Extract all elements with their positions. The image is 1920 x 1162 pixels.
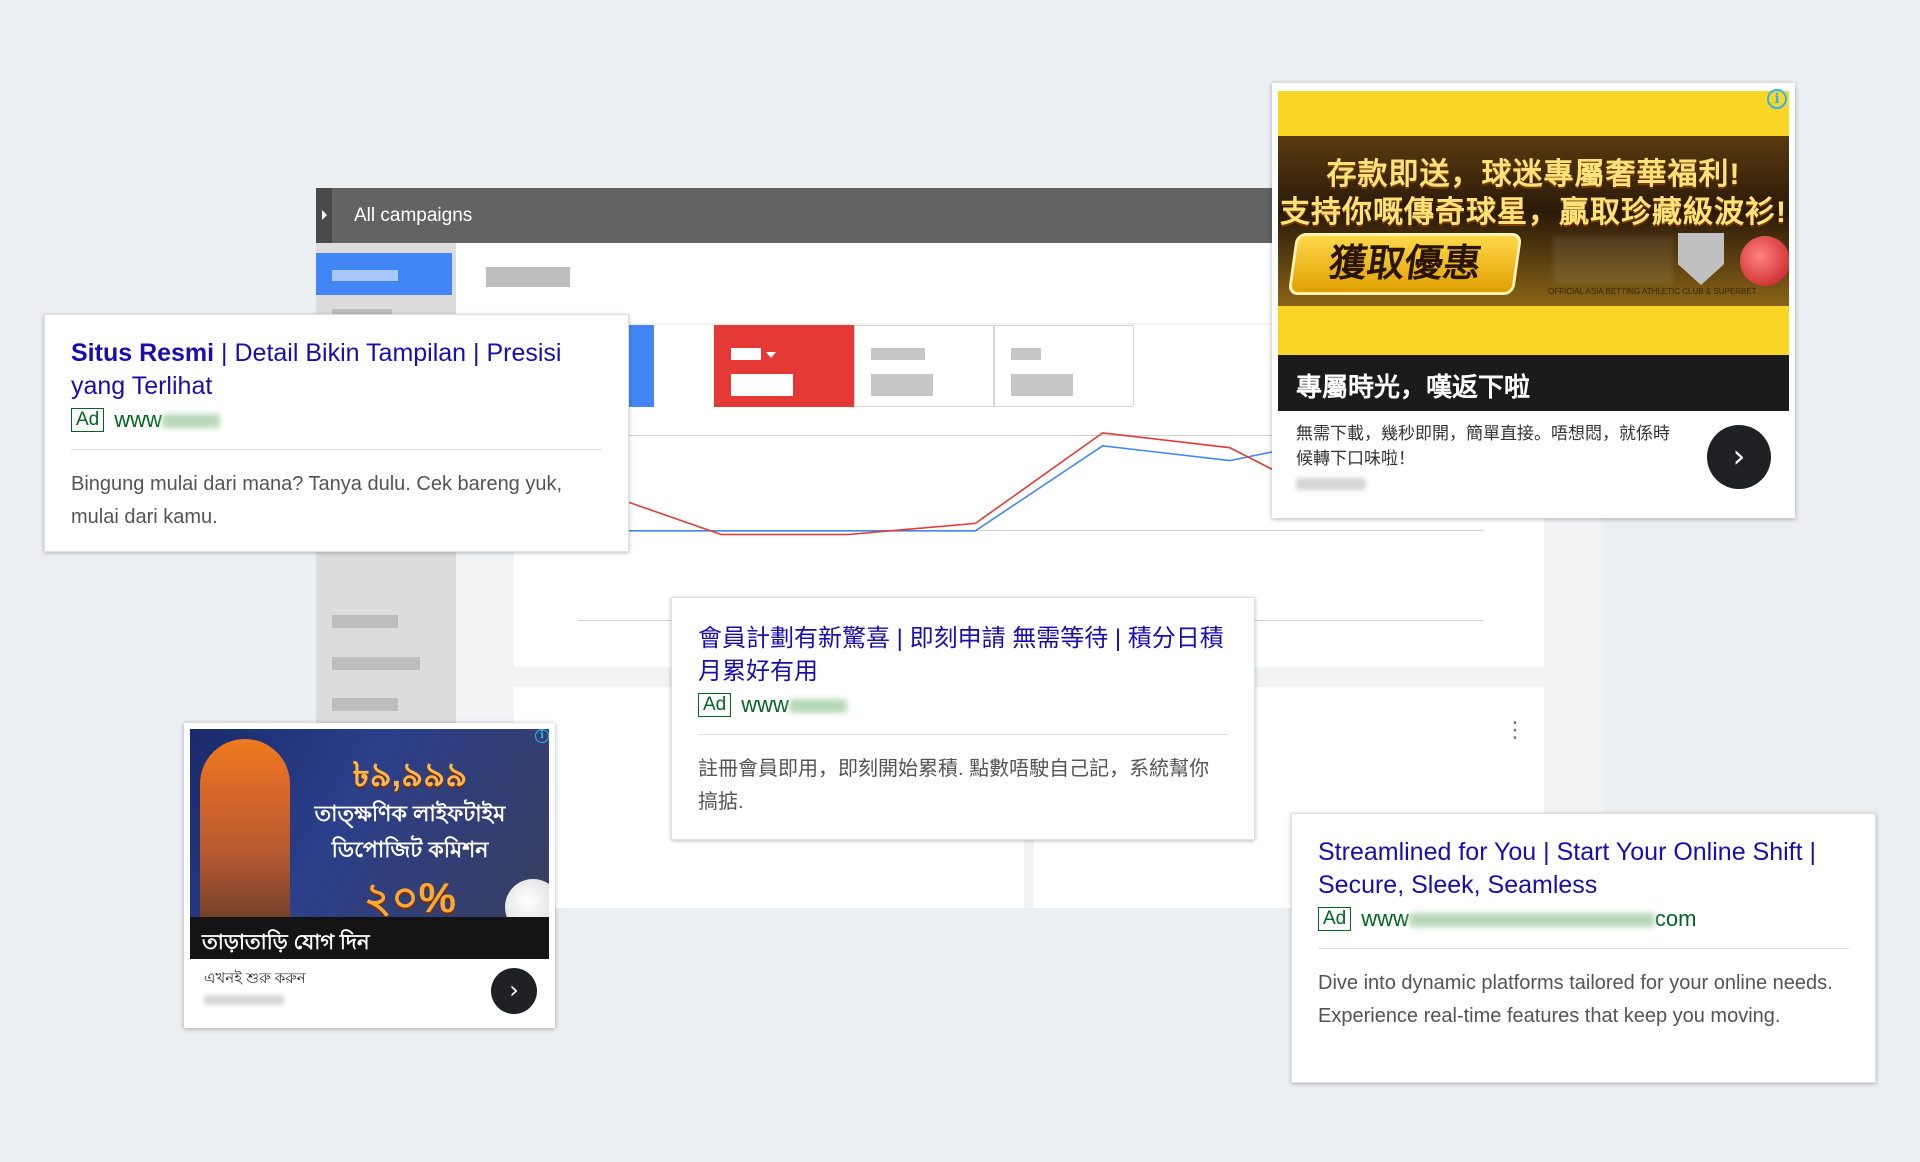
ball-icon <box>1740 236 1789 286</box>
sidebar-item-label-placeholder <box>332 270 398 281</box>
ad-divider <box>698 734 1228 735</box>
ad-description: 註冊會員即用，即刻開始累積. 點數唔駛自己記，系統幫你搞掂. <box>698 758 1210 813</box>
advertiser-name-blurred <box>1296 478 1366 490</box>
ad-headline-bold[interactable]: Situs Resmi <box>71 339 214 367</box>
banner-headline-line2: 支持你嘅傳奇球星，贏取珍藏級波衫! <box>1280 196 1787 229</box>
ad-badge: Ad <box>71 408 105 432</box>
display-ad-card[interactable]: ৳৯,৯৯৯ তাত্ক্ষণিক লাইফটাইম ডিপোজিট কমিশন… <box>184 723 555 1028</box>
ad-headline[interactable]: 會員計劃有新驚喜 | 即刻申請 無需等待 | 積分日積月累好有用 <box>698 622 1228 688</box>
chevron-right-icon[interactable]: › <box>1707 425 1771 489</box>
sidebar-item-placeholder[interactable] <box>332 698 398 711</box>
ad-badge: Ad <box>1318 907 1352 931</box>
text-ad-card[interactable]: 會員計劃有新驚喜 | 即刻申請 無需等待 | 積分日積月累好有用 Ad www … <box>671 597 1255 840</box>
ad-description: Dive into dynamic platforms tailored for… <box>1318 972 1833 1027</box>
ad-body-text: এখনই শুরু করুন <box>204 970 306 987</box>
more-options-icon[interactable]: ⋮ <box>1504 719 1526 741</box>
ad-caption[interactable]: তাড়াতাড়ি যোগ দিন <box>190 917 549 959</box>
ad-url[interactable]: www com <box>1361 906 1696 932</box>
ad-description: Bingung mulai dari mana? Tanya dulu. Cek… <box>71 473 563 528</box>
ad-headline[interactable]: Streamlined for You | Start Your Online … <box>1318 836 1849 902</box>
ad-url[interactable]: www <box>741 692 847 718</box>
banner-smallprint: OFFICIAL ASIA BETTING ATHLETIC CLUB & SU… <box>1548 287 1757 296</box>
ad-url-blurred <box>161 414 220 429</box>
ad-url-row[interactable]: Ad www <box>71 407 602 433</box>
ad-divider <box>71 449 602 450</box>
ad-url-blurred <box>1408 913 1655 928</box>
advertiser-name-blurred <box>204 995 284 1005</box>
expand-caret-icon[interactable] <box>316 188 332 243</box>
model-photo <box>200 739 290 929</box>
ad-banner-image[interactable]: 存款即送，球迷專屬奢華福利! 支持你嘅傳奇球星，贏取珍藏級波衫! 獲取優惠 OF… <box>1278 91 1789 361</box>
text-ad-card[interactable]: Situs Resmi | Detail Bikin Tampilan | Pr… <box>44 314 629 552</box>
ad-body-text: 無需下載，幾秒即開，簡單直接。唔想悶，就係時候轉下口味啦！ <box>1296 424 1670 468</box>
info-icon[interactable]: i <box>1767 89 1787 109</box>
ad-url-blurred <box>788 699 847 714</box>
sidebar-item-active[interactable] <box>316 253 452 295</box>
page-title-placeholder <box>486 267 570 287</box>
chevron-right-icon[interactable]: › <box>491 968 537 1014</box>
text-ad-card[interactable]: Streamlined for You | Start Your Online … <box>1291 813 1876 1083</box>
sponsor-logos <box>1553 236 1673 284</box>
ad-url-prefix[interactable]: www <box>114 407 162 432</box>
sidebar-item-placeholder[interactable] <box>332 615 398 628</box>
ad-url[interactable]: www <box>114 407 220 433</box>
sidebar-item-placeholder[interactable] <box>332 657 420 670</box>
ad-url-row[interactable]: Ad www com <box>1318 906 1849 932</box>
ad-url-prefix[interactable]: www <box>1361 906 1409 931</box>
ad-divider <box>1318 948 1849 949</box>
ad-badge: Ad <box>698 693 732 717</box>
ad-caption[interactable]: 專屬時光，嘆返下啦 <box>1278 355 1789 411</box>
ad-url-suffix[interactable]: com <box>1655 906 1697 931</box>
ad-url-row[interactable]: Ad www <box>698 692 1228 718</box>
banner-line1: তাত্ক্ষণিক লাইফটাইম <box>314 801 506 826</box>
ad-url-prefix[interactable]: www <box>741 692 789 717</box>
display-ad-card[interactable]: 存款即送，球迷專屬奢華福利! 支持你嘅傳奇球星，贏取珍藏級波衫! 獲取優惠 OF… <box>1272 83 1795 518</box>
banner-cta-button[interactable]: 獲取優惠 <box>1287 233 1523 295</box>
dashboard-title: All campaigns <box>354 205 473 226</box>
ad-headline[interactable]: Situs Resmi | Detail Bikin Tampilan | Pr… <box>71 337 602 403</box>
info-icon[interactable]: i <box>535 729 549 743</box>
